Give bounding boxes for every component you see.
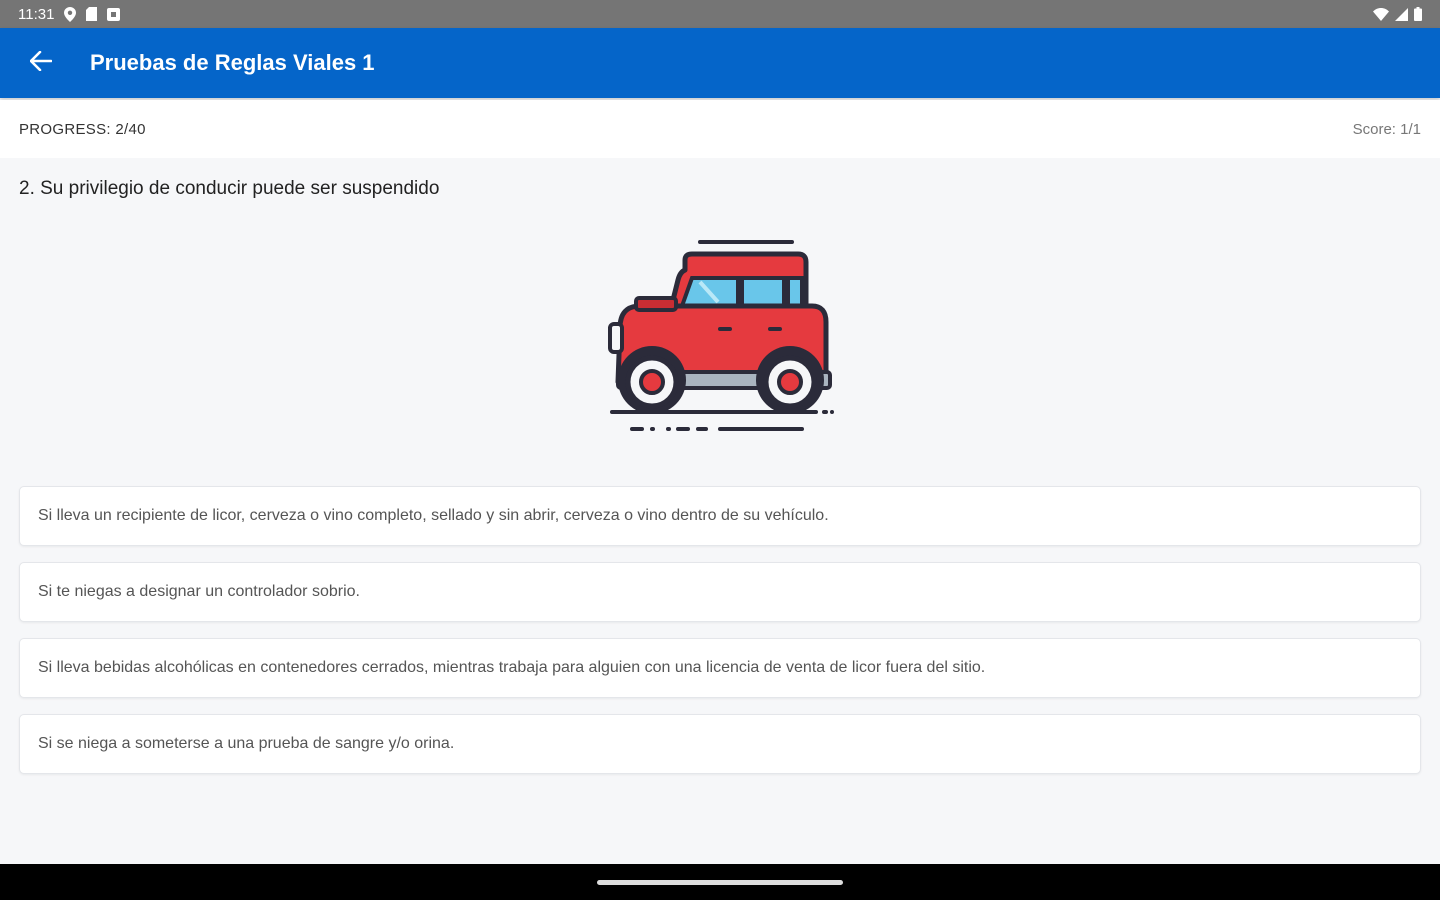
answer-option-3[interactable]: Si lleva bebidas alcohólicas en contened… xyxy=(19,638,1421,698)
red-jeep-car-icon xyxy=(600,232,840,437)
score-label: Score: 1/1 xyxy=(1352,120,1421,138)
wifi-icon xyxy=(1373,7,1389,21)
page-title: Pruebas de Reglas Viales 1 xyxy=(90,50,375,75)
app-bar: Pruebas de Reglas Viales 1 xyxy=(0,28,1440,98)
signal-icon xyxy=(1395,7,1408,21)
answer-option-4[interactable]: Si se niega a someterse a una prueba de … xyxy=(19,714,1421,774)
answer-option-text: Si lleva bebidas alcohólicas en contened… xyxy=(38,659,986,676)
location-icon xyxy=(64,6,77,22)
progress-label: PROGRESS: 2/40 xyxy=(19,120,146,138)
home-gesture-handle[interactable] xyxy=(597,879,843,885)
system-nav-bar xyxy=(0,864,1440,900)
progress-row: PROGRESS: 2/40 Score: 1/1 xyxy=(0,100,1440,158)
back-button[interactable] xyxy=(0,28,82,98)
answer-option-text: Si lleva un recipiente de licor, cerveza… xyxy=(38,507,829,524)
notification-icon xyxy=(107,7,121,21)
status-bar: 11:31 xyxy=(0,0,1440,28)
sd-card-icon xyxy=(86,7,98,21)
arrow-back-icon xyxy=(29,50,53,76)
battery-icon xyxy=(1414,7,1422,21)
status-time: 11:31 xyxy=(18,5,55,23)
answer-options: Si lleva un recipiente de licor, cerveza… xyxy=(19,486,1421,790)
answer-option-text: Si se niega a someterse a una prueba de … xyxy=(38,735,455,752)
answer-option-1[interactable]: Si lleva un recipiente de licor, cerveza… xyxy=(19,486,1421,546)
answer-option-2[interactable]: Si te niegas a designar un controlador s… xyxy=(19,562,1421,622)
answer-option-text: Si te niegas a designar un controlador s… xyxy=(38,583,360,600)
question-text: 2. Su privilegio de conducir puede ser s… xyxy=(19,178,440,199)
